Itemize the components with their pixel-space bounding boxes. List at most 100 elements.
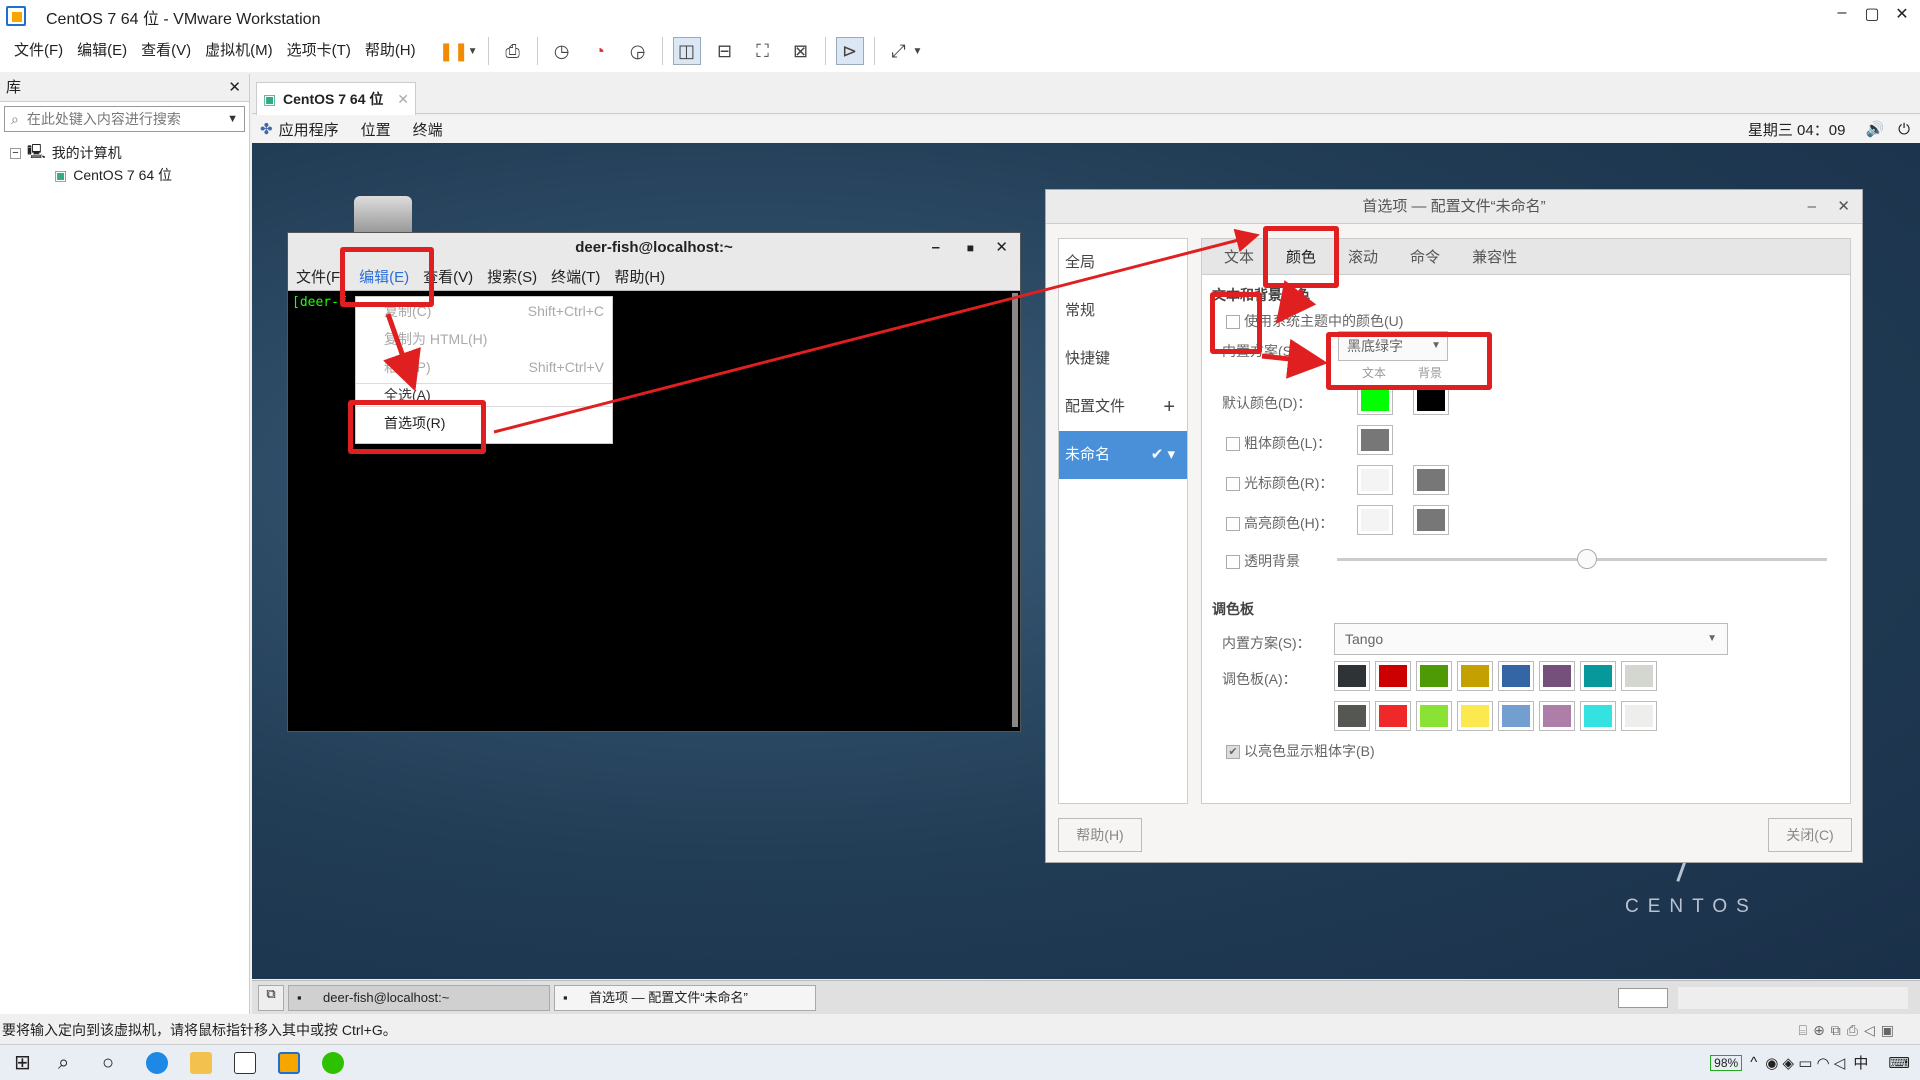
battery-indicator[interactable]: 98% <box>1710 1054 1743 1071</box>
checkbox-box[interactable] <box>1226 517 1240 532</box>
vmware-taskbar-icon[interactable] <box>278 1051 300 1074</box>
palette-swatch[interactable] <box>1498 661 1534 691</box>
tab-text[interactable]: 文本 <box>1224 246 1254 267</box>
palette-swatch[interactable] <box>1457 661 1493 691</box>
term-menu-terminal[interactable]: 终端(T) <box>551 266 600 287</box>
menu-help[interactable]: 帮助(H) <box>365 30 416 72</box>
search-icon[interactable]: ⌕ <box>58 1052 80 1074</box>
palette-swatch[interactable] <box>1375 661 1411 691</box>
cursor-bg-color-swatch[interactable] <box>1413 465 1449 495</box>
term-menu-search[interactable]: 搜索(S) <box>487 266 537 287</box>
snapshot-icon[interactable]: ◷ <box>548 37 576 65</box>
cursor-color-checkbox[interactable]: 光标颜色(R)： <box>1226 473 1333 493</box>
terminal-app-menu[interactable]: 终端 <box>413 119 443 140</box>
taskbar-item-terminal[interactable]: ▪ deer-fish@localhost:~ <box>288 984 550 1011</box>
tree-item-my-computer[interactable]: − 🖳 我的计算机 <box>10 142 239 164</box>
close-icon[interactable]: ✕ <box>1887 4 1917 24</box>
volume-icon[interactable]: 🔊 <box>1865 120 1884 138</box>
workspace-slots[interactable] <box>1678 986 1908 1009</box>
palette-swatch[interactable] <box>1375 701 1411 731</box>
show-desktop-icon[interactable]: ⧉ <box>258 984 284 1011</box>
maximize-icon[interactable]: ▢ <box>1857 4 1887 24</box>
close-icon[interactable]: ✕ <box>397 83 409 115</box>
minimize-icon[interactable]: – <box>1808 190 1816 224</box>
sidebar-item-general[interactable]: 常规 <box>1059 287 1187 335</box>
close-icon[interactable]: ✕ <box>228 74 241 102</box>
tab-compat[interactable]: 兼容性 <box>1472 246 1517 267</box>
palette-swatch[interactable] <box>1621 701 1657 731</box>
highlight-bg-color-swatch[interactable] <box>1413 505 1449 535</box>
edge-icon[interactable] <box>146 1051 168 1074</box>
chevron-up-icon[interactable]: ^ <box>1750 1054 1757 1071</box>
places-menu[interactable]: 位置 <box>361 119 391 140</box>
library-search-input[interactable]: ⌕ 在此处键入内容进行搜索 ▼ <box>4 106 245 132</box>
checkbox-box[interactable] <box>1226 437 1240 452</box>
ime-indicator[interactable]: 中 <box>1853 1052 1868 1073</box>
palette-swatch[interactable] <box>1334 661 1370 691</box>
bold-color-swatch[interactable] <box>1357 425 1393 455</box>
pause-icon[interactable]: ❚❚ <box>439 37 469 65</box>
device-icons[interactable]: ⌸⊕⧉⎙◁▣ <box>1799 1016 1900 1044</box>
palette-swatch[interactable] <box>1416 701 1452 731</box>
checkbox-box[interactable] <box>1226 477 1240 492</box>
library-view-icon[interactable]: ◫ <box>672 37 701 65</box>
close-icon[interactable]: ✕ <box>995 233 1008 263</box>
add-icon[interactable]: + <box>1163 383 1175 431</box>
highlight-color-checkbox[interactable]: 高亮颜色(H)： <box>1226 513 1333 533</box>
checkbox-checked-icon[interactable]: ✔ <box>1226 745 1240 760</box>
term-menu-help[interactable]: 帮助(H) <box>614 266 665 287</box>
terminal-scrollbar[interactable] <box>1012 293 1018 727</box>
keyboard-icon[interactable]: ⌨ <box>1888 1054 1910 1072</box>
clock[interactable]: 星期三 04：09 <box>1748 119 1846 140</box>
revert-snapshot-icon[interactable]: ◔ <box>586 37 614 65</box>
trash-icon[interactable] <box>354 196 412 232</box>
transparent-bg-checkbox[interactable]: 透明背景 <box>1226 551 1300 571</box>
palette-swatch[interactable] <box>1416 661 1452 691</box>
typora-icon[interactable] <box>234 1051 256 1074</box>
minimize-icon[interactable]: – <box>932 233 940 263</box>
highlight-text-color-swatch[interactable] <box>1357 505 1393 535</box>
palette-swatch[interactable] <box>1580 701 1616 731</box>
palette-swatch[interactable] <box>1539 661 1575 691</box>
slider-handle[interactable] <box>1577 549 1597 569</box>
palette-swatch[interactable] <box>1498 701 1534 731</box>
applications-menu[interactable]: 应用程序 <box>279 119 339 140</box>
tab-scrolling[interactable]: 滚动 <box>1348 246 1378 267</box>
snapshot-manager-icon[interactable]: ◶ <box>624 37 652 65</box>
sidebar-item-profile[interactable]: 未命名 ✔ ▾ <box>1059 431 1187 479</box>
sidebar-item-global[interactable]: 全局 <box>1059 239 1187 287</box>
chevron-down-icon[interactable]: ▼ <box>227 113 238 125</box>
power-icon[interactable]: ⏻ <box>1898 121 1910 138</box>
tree-item-vm[interactable]: ▣ CentOS 7 64 位 <box>10 164 239 186</box>
file-explorer-icon[interactable] <box>190 1051 212 1074</box>
menu-tabs[interactable]: 选项卡(T) <box>287 30 351 72</box>
menu-vm[interactable]: 虚拟机(M) <box>205 30 273 72</box>
palette-swatch[interactable] <box>1539 701 1575 731</box>
bright-bold-checkbox[interactable]: ✔ 以亮色显示粗体字(B) <box>1226 741 1375 761</box>
close-icon[interactable]: ✕ <box>1837 190 1850 224</box>
tray-icons[interactable]: ◉ ◈ ▭ ◠ ◁ <box>1765 1054 1845 1072</box>
close-button[interactable]: 关闭(C) <box>1768 818 1852 852</box>
term-menu-file[interactable]: 文件(F) <box>296 266 345 287</box>
send-ctrl-alt-del-icon[interactable]: ⎙ <box>499 37 527 65</box>
unity-icon[interactable]: ⊠ <box>787 37 815 65</box>
menu-edit[interactable]: 编辑(E) <box>77 30 127 72</box>
bold-color-checkbox[interactable]: 粗体颜色(L)： <box>1226 433 1331 453</box>
tab-command[interactable]: 命令 <box>1410 246 1440 267</box>
thumbnail-bar-icon[interactable]: ⊟ <box>711 37 739 65</box>
menu-view[interactable]: 查看(V) <box>141 30 191 72</box>
palette-swatch[interactable] <box>1580 661 1616 691</box>
menu-item-paste[interactable]: 粘贴(P) Shift+Ctrl+V <box>356 353 612 381</box>
stretch-icon[interactable]: ⤢ <box>885 37 913 65</box>
full-screen-icon[interactable]: ⛶ <box>749 37 777 65</box>
sidebar-item-shortcuts[interactable]: 快捷键 <box>1059 335 1187 383</box>
checkbox-box[interactable] <box>1226 555 1240 570</box>
help-button[interactable]: 帮助(H) <box>1058 818 1142 852</box>
console-view-icon[interactable]: ⊳ <box>835 37 864 65</box>
taskbar-item-prefs[interactable]: ▪ 首选项 — 配置文件“未命名” <box>554 984 816 1011</box>
palette-swatch[interactable] <box>1621 661 1657 691</box>
collapse-icon[interactable]: − <box>10 147 21 159</box>
tab-centos[interactable]: ▣ CentOS 7 64 位 ✕ <box>256 82 416 115</box>
chevron-down-icon[interactable]: ▼ <box>913 46 923 57</box>
minimize-icon[interactable]: – <box>1827 4 1857 22</box>
